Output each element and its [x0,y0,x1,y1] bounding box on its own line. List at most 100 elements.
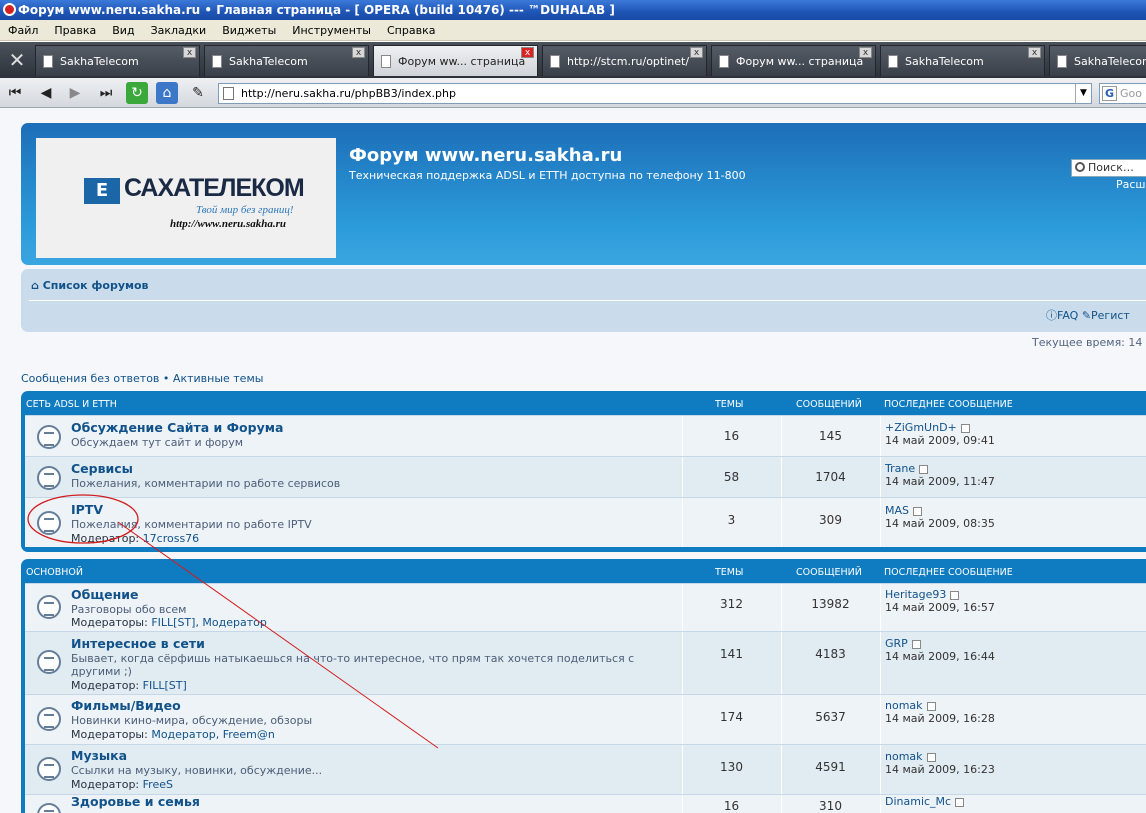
forum-title[interactable]: Фильмы/Видео [71,698,181,713]
menu-bookmarks[interactable]: Закладки [143,20,215,41]
address-url: http://neru.sakha.ru/phpBB3/index.php [241,87,456,100]
forward-icon[interactable]: ▶ [64,82,86,104]
forum-description: Пожелания, комментарии по работе IPTV [71,518,312,531]
forum-search-input[interactable]: Поиск… [1071,159,1146,177]
logo-url: http://www.neru.sakha.ru [170,218,287,230]
col-last-header: Последнее сообщение [884,567,1013,578]
close-icon[interactable]: x [690,47,703,58]
menu-file[interactable]: Файл [0,20,46,41]
forum-row[interactable]: Общение Разговоры обо всем Модераторы: F… [25,583,1146,631]
forum-title[interactable]: Музыка [71,748,127,763]
breadcrumb[interactable]: ⌂ Список форумов [31,279,149,292]
home-icon: ⌂ [31,279,43,292]
forum-description: Ссылки на музыку, новинки, обсуждение... [71,764,323,777]
forum-row[interactable]: Интересное в сети Бывает, когда сёрфишь … [25,631,1146,694]
menu-edit[interactable]: Правка [46,20,104,41]
close-icon[interactable]: x [352,47,365,58]
moderator-link[interactable]: FILL[ST] [143,679,187,692]
forum-title[interactable]: Общение [71,587,139,602]
forum-title[interactable]: Обсуждение Сайта и Форума [71,420,283,435]
view-post-icon[interactable] [960,423,970,433]
tools-icon[interactable]: ✕ [2,45,32,75]
last-post-user[interactable]: Heritage93 [885,588,946,601]
tab-5[interactable]: Форум ww... страница x [711,45,876,76]
view-post-icon[interactable] [913,506,922,516]
topics-count: 141 [682,632,780,694]
last-post-user[interactable]: nomak [885,750,923,763]
faq-link[interactable]: FAQ [1057,309,1078,322]
address-field[interactable]: http://neru.sakha.ru/phpBB3/index.php ▼ [218,83,1092,104]
search-input[interactable]: G Goo [1099,83,1146,104]
last-post-date: 14 май 2009, 11:47 [885,475,995,488]
home-icon[interactable]: ⌂ [156,82,178,104]
category-adsl-etth: Сеть ADSL и ETTH Темы Сообщений Последне… [21,391,1146,552]
tab-1[interactable]: SakhaTelecom x [35,45,200,76]
web-page: E САХАТЕЛЕКОМ Твой мир без границ! http:… [0,108,1146,813]
opera-icon [3,3,16,16]
last-post-user[interactable]: GRP [885,637,908,650]
close-icon[interactable]: x [1028,47,1041,58]
topics-count: 312 [682,584,780,631]
moderator-link[interactable]: Модератор, Freem@n [151,728,274,741]
back-icon[interactable]: ◀ [35,82,57,104]
wand-icon[interactable]: ✎ [187,82,209,104]
view-post-icon[interactable] [926,701,936,711]
moderator-link[interactable]: 17cross76 [143,532,200,545]
forum-row[interactable]: Здоровье и семья 16 310 Dinamic_Mc [25,794,1146,813]
reload-icon[interactable]: ↻ [126,82,148,104]
view-post-icon[interactable] [911,639,921,649]
forum-row[interactable]: Обсуждение Сайта и Форума Обсуждаем тут … [25,415,1146,456]
category-title[interactable]: Сеть ADSL и ETTH [26,399,117,410]
tab-4[interactable]: http://stcm.ru/optinet/x [542,45,707,76]
tab-6[interactable]: SakhaTelecom x [880,45,1045,76]
forum-read-icon [37,466,61,490]
window-titlebar: Форум www.neru.sakha.ru • Главная страни… [0,0,1146,20]
close-icon[interactable]: x [859,47,872,58]
forum-row[interactable]: IPTV Пожелания, комментарии по работе IP… [25,497,1146,547]
view-post-icon[interactable] [955,797,965,807]
fast-forward-icon[interactable]: ⏭ [95,82,117,104]
close-icon[interactable]: x [521,47,534,58]
menu-widgets[interactable]: Виджеты [214,20,284,41]
forum-title[interactable]: Здоровье и семья [71,795,200,809]
moderator-label: Модератор: [71,679,140,692]
view-post-icon[interactable] [950,590,960,600]
forum-row[interactable]: Фильмы/Видео Новинки кино-мира, обсужден… [25,694,1146,744]
logo-mark-icon: E [84,178,120,204]
moderator-link[interactable]: FreeS [143,778,173,791]
moderator-link[interactable]: FILL[ST], Модератор [151,616,267,629]
view-post-icon[interactable] [919,464,929,474]
register-link[interactable]: Регист [1091,309,1130,322]
forum-moderators: Модераторы: Модератор, Freem@n [71,728,275,741]
forum-title[interactable]: IPTV [71,502,103,517]
menu-help[interactable]: Справка [379,20,443,41]
forum-title[interactable]: Интересное в сети [71,636,205,651]
last-post-date: 14 май 2009, 16:44 [885,650,995,663]
last-post-user[interactable]: nomak [885,699,923,712]
close-icon[interactable]: x [183,47,196,58]
menu-tools[interactable]: Инструменты [284,20,379,41]
site-logo[interactable]: E САХАТЕЛЕКОМ Твой мир без границ! http:… [36,138,336,258]
forum-read-icon [37,803,61,813]
posts-count: 145 [781,416,879,456]
register-icon: ✎ [1081,309,1092,322]
unanswered-link[interactable]: Сообщения без ответов [21,372,159,385]
view-post-icon[interactable] [926,752,936,762]
active-topics-link[interactable]: Активные темы [173,372,264,385]
last-post-user[interactable]: Trane [885,462,915,475]
tab-3-active[interactable]: Форум ww... страница x [373,45,538,76]
logo-slogan: Твой мир без границ! [196,204,294,216]
last-post-user[interactable]: Dinamic_Mc [885,795,951,808]
advanced-search-link[interactable]: Расш [1116,178,1146,191]
dropdown-icon[interactable]: ▼ [1075,84,1091,103]
menu-view[interactable]: Вид [104,20,142,41]
tab-7[interactable]: SakhaTelecom [1049,45,1146,76]
rewind-icon[interactable]: ⏮ [4,82,26,104]
forum-title[interactable]: Сервисы [71,461,133,476]
forum-row[interactable]: Музыка Ссылки на музыку, новинки, обсужд… [25,744,1146,794]
forum-row[interactable]: Сервисы Пожелания, комментарии по работе… [25,456,1146,497]
last-post-user[interactable]: +ZiGmUnD+ [885,421,957,434]
last-post-user[interactable]: MAS [885,504,909,517]
tab-2[interactable]: SakhaTelecom x [204,45,369,76]
category-title[interactable]: Основной [26,567,83,578]
